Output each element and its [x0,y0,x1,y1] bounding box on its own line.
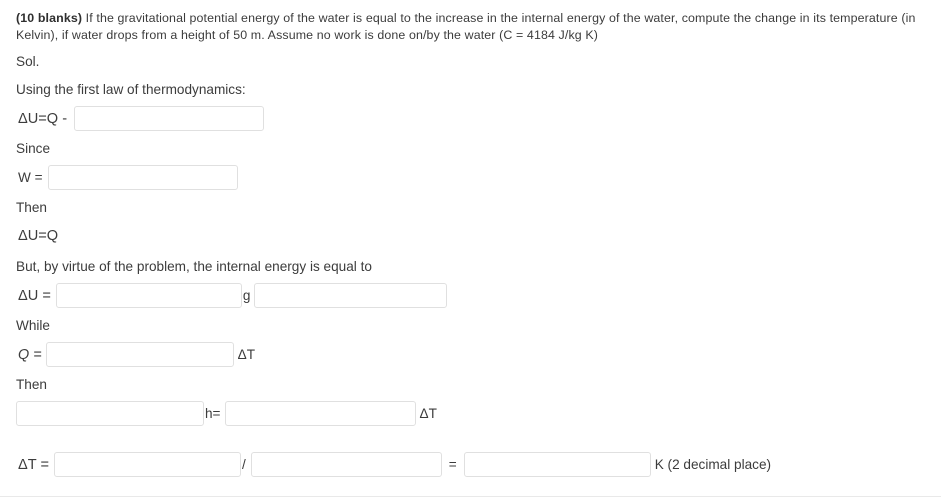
delta-t-label-1: ΔT [237,347,255,362]
blank-final-numerator[interactable] [53,452,241,477]
while-label: While [16,318,50,333]
blank-final-denominator[interactable] [250,452,442,477]
gravity-label: g [242,288,251,303]
virtue-label: But, by virtue of the problem, the inter… [16,259,372,274]
delta-u-label: ΔU = [18,287,51,304]
then-label-2: Then [16,377,47,392]
result-unit-label: K (2 decimal place) [654,457,772,472]
blank-w-value[interactable] [47,165,238,190]
while-row: While [16,315,925,336]
w-label: W = [18,170,43,185]
final-delta-t-row: ΔT = / = K (2 decimal place) [16,452,925,477]
blank-q-value[interactable] [45,342,234,367]
divide-label: / [241,457,246,472]
final-delta-t-label: ΔT = [18,456,49,473]
delta-t-label-2: ΔT [419,406,437,421]
problem-statement: (10 blanks) If the gravitational potenti… [16,10,925,44]
q-label: Q = [18,346,42,363]
bottom-divider [0,496,941,497]
delta-u-equals-q-label: ΔU=Q [18,227,59,244]
blank-work-term[interactable] [74,106,265,131]
blank-final-result[interactable] [463,452,651,477]
q-equals-row: Q = ΔT [16,342,925,367]
virtue-row: But, by virtue of the problem, the inter… [16,256,925,277]
blank-h-right[interactable] [224,401,416,426]
w-equals-row: W = [16,165,925,190]
since-row: Since [16,138,925,159]
blank-delta-u-mass[interactable] [55,283,242,308]
worksheet-content: (10 blanks) If the gravitational potenti… [0,0,941,477]
blanks-count-label: (10 blanks) [16,11,83,25]
delta-u-equals-q-row: ΔU=Q [16,225,925,246]
blank-h-left[interactable] [16,401,204,426]
delta-u-q-minus-row: ΔU=Q - [16,106,925,131]
worksheet-page: (10 blanks) If the gravitational potenti… [0,0,941,503]
then-label-1: Then [16,200,47,215]
sol-label: Sol. [16,54,40,69]
then-row-2: Then [16,374,925,395]
problem-statement-text: If the gravitational potential energy of… [16,11,916,42]
equals-label: = [448,457,457,472]
h-equation-row: h= ΔT [16,401,925,426]
first-law-row: Using the first law of thermodynamics: [16,79,925,100]
delta-u-assign-row: ΔU = g [16,283,925,308]
delta-u-q-minus-label: ΔU=Q - [18,110,68,127]
then-row-1: Then [16,197,925,218]
since-label: Since [16,141,51,156]
sol-heading-row: Sol. [16,51,925,72]
first-law-label: Using the first law of thermodynamics: [16,82,246,97]
blank-delta-u-height[interactable] [254,283,448,308]
h-label: h= [205,406,221,421]
